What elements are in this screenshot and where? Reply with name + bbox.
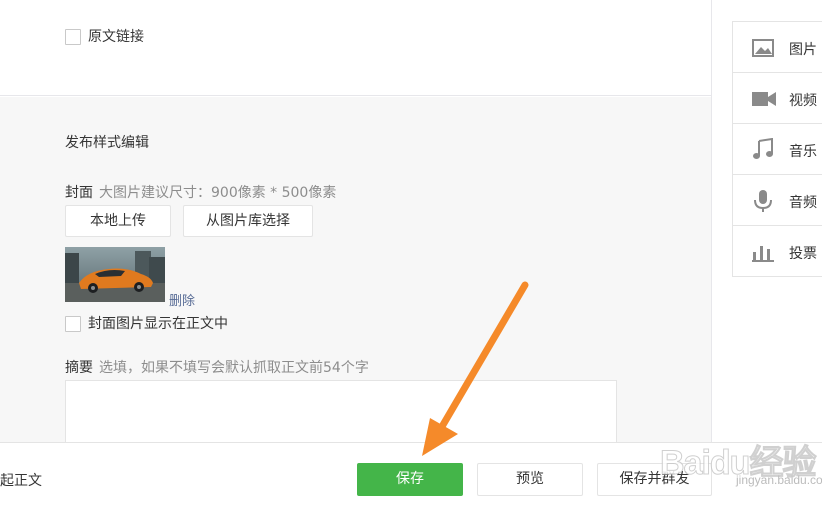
- image-library-button[interactable]: 从图片库选择: [183, 205, 313, 237]
- insert-video-item[interactable]: 视频: [733, 73, 822, 124]
- fold-body-link[interactable]: 收起正文: [0, 470, 42, 488]
- summary-label: 摘要: [65, 360, 93, 376]
- delete-cover-link[interactable]: 删除: [169, 290, 195, 309]
- insert-poll-item[interactable]: 投票: [733, 226, 822, 277]
- original-link-checkbox[interactable]: [65, 29, 81, 45]
- original-link-section: 原文链接: [0, 0, 711, 96]
- music-icon: [752, 137, 776, 162]
- section-title: 发布样式编辑: [65, 135, 149, 151]
- sidebar-divider: [711, 0, 712, 442]
- image-icon: [752, 36, 776, 60]
- insert-music-item[interactable]: 音乐: [733, 124, 822, 175]
- publish-style-section: 发布样式编辑 封面 大图片建议尺寸：900像素 * 500像素 本地上传 从图片…: [0, 97, 711, 450]
- insert-video-label: 视频: [789, 93, 817, 109]
- cover-label: 封面: [65, 185, 93, 201]
- insert-media-panel: 图片 视频 音乐 音频 投票: [732, 21, 822, 277]
- cover-image-thumbnail: [65, 247, 165, 302]
- fold-body-clip: 收起正文: [0, 470, 48, 488]
- video-icon: [752, 87, 776, 111]
- local-upload-button[interactable]: 本地上传: [65, 205, 171, 237]
- article-editor: 原文链接 发布样式编辑 封面 大图片建议尺寸：900像素 * 500像素 本地上…: [0, 0, 822, 513]
- save-button[interactable]: 保存: [357, 463, 463, 496]
- insert-poll-label: 投票: [789, 246, 817, 262]
- show-cover-in-body-checkbox[interactable]: [65, 316, 81, 332]
- save-and-mass-send-button[interactable]: 保存并群发: [597, 463, 712, 496]
- microphone-icon: [752, 189, 776, 213]
- summary-hint: 选填，如果不填写会默认抓取正文前54个字: [99, 360, 369, 376]
- original-link-label: 原文链接: [88, 29, 144, 45]
- summary-textarea[interactable]: [65, 380, 617, 450]
- bottom-action-bar: 收起正文 保存 预览 保存并群发: [0, 442, 822, 513]
- insert-image-item[interactable]: 图片: [733, 22, 822, 73]
- insert-audio-label: 音频: [789, 195, 817, 211]
- poll-icon: [752, 240, 776, 264]
- insert-image-label: 图片: [789, 42, 817, 58]
- insert-audio-item[interactable]: 音频: [733, 175, 822, 226]
- car-photo: [65, 247, 165, 302]
- show-cover-in-body-label: 封面图片显示在正文中: [88, 316, 228, 332]
- insert-music-label: 音乐: [789, 144, 817, 160]
- preview-button[interactable]: 预览: [477, 463, 583, 496]
- cover-size-hint: 大图片建议尺寸：900像素 * 500像素: [99, 185, 337, 201]
